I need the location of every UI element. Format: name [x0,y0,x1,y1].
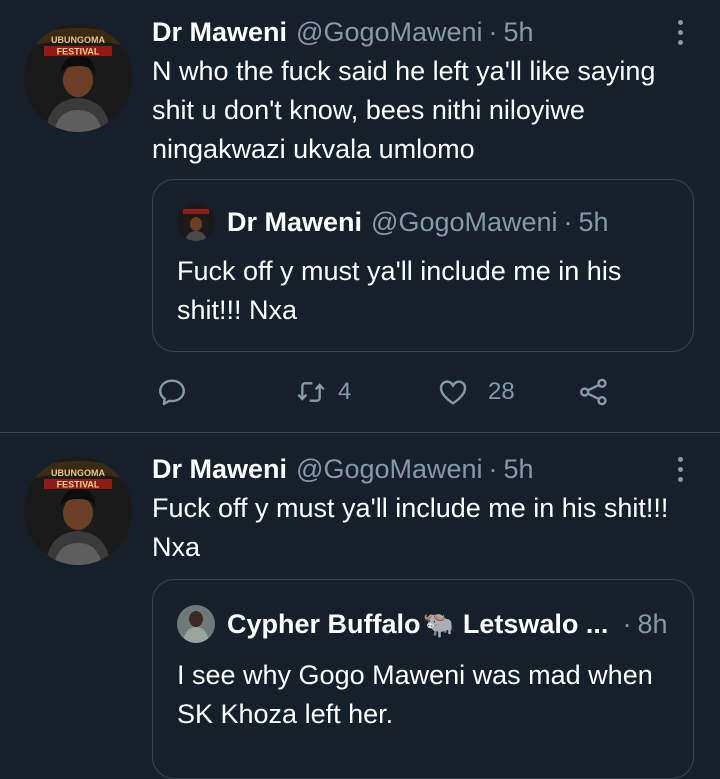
separator: · [563,206,573,237]
reply-icon [159,379,185,406]
tweet[interactable]: UBUNGOMA FESTIVAL Dr Maweni @GogoMaweni … [0,0,720,432]
like-count: 28 [488,378,515,405]
heart-icon [439,380,467,405]
avatar-image: UBUNGOMA FESTIVAL [24,457,132,565]
tweet-text: N who the fuck said he left ya'll like s… [152,56,656,164]
buffalo-emoji-icon: 🐃 [422,608,455,639]
separator: · [488,453,498,484]
reply-button[interactable] [156,376,188,408]
avatar[interactable]: UBUNGOMA FESTIVAL [24,24,132,132]
quoted-author-name: Cypher Buffalo [227,608,421,639]
tweet-text: Fuck off y must ya'll include me in his … [152,493,669,562]
separator: · [488,16,498,47]
author-handle[interactable]: @GogoMaweni [296,17,483,48]
quoted-avatar-image [177,203,215,241]
quoted-avatar [177,605,215,643]
more-options-icon[interactable] [664,449,696,489]
tweet-header: Dr Maweni @GogoMaweni · 5h [152,12,534,52]
timestamp[interactable]: 5h [504,17,534,48]
quoted-timestamp: 8h [637,608,668,639]
author-name[interactable]: Dr Maweni [152,17,287,48]
quoted-tweet-text: I see why Gogo Maweni was mad when SK Kh… [177,660,653,729]
retweet-button[interactable]: 4 [294,376,351,408]
avatar-logo-line1: UBUNGOMA [51,468,105,478]
more-options-icon[interactable] [664,12,696,52]
tweet-actions: 4 28 [152,372,692,412]
quoted-author-name: Dr Maweni [227,206,363,237]
author-name[interactable]: Dr Maweni [152,454,287,485]
tweet[interactable]: UBUNGOMA FESTIVAL Dr Maweni @GogoMaweni … [0,433,720,779]
avatar-logo-line2: FESTIVAL [57,480,100,490]
quoted-author-name-suffix: Letswalo ... [462,608,609,639]
quoted-tweet-header: Cypher Buffalo 🐃 Letswalo ... · 8h [177,604,667,644]
share-button[interactable] [577,376,611,408]
avatar[interactable]: UBUNGOMA FESTIVAL [24,457,132,565]
like-button[interactable]: 28 [436,376,515,408]
quoted-avatar-image [177,605,215,643]
tweet-header: Dr Maweni @GogoMaweni · 5h [152,449,534,489]
author-handle[interactable]: @GogoMaweni [296,454,483,485]
quoted-avatar [177,203,215,241]
avatar-logo-line2: FESTIVAL [57,47,100,57]
retweet-icon [297,382,325,402]
avatar-logo-line1: UBUNGOMA [51,35,105,45]
quoted-tweet[interactable]: Cypher Buffalo 🐃 Letswalo ... · 8h I see… [152,579,694,779]
quoted-tweet-header: Dr Maweni @GogoMaweni · 5h [177,202,609,242]
quoted-timestamp: 5h [578,206,609,237]
avatar-image: UBUNGOMA FESTIVAL [24,24,132,132]
quoted-author-handle: @GogoMaweni [371,206,558,237]
separator: · [622,608,632,639]
quoted-tweet-text: Fuck off y must ya'll include me in his … [177,256,622,325]
quoted-tweet[interactable]: Dr Maweni @GogoMaweni · 5h Fuck off y mu… [152,179,694,352]
share-icon [580,378,607,406]
timestamp[interactable]: 5h [504,454,534,485]
retweet-count: 4 [338,378,352,405]
